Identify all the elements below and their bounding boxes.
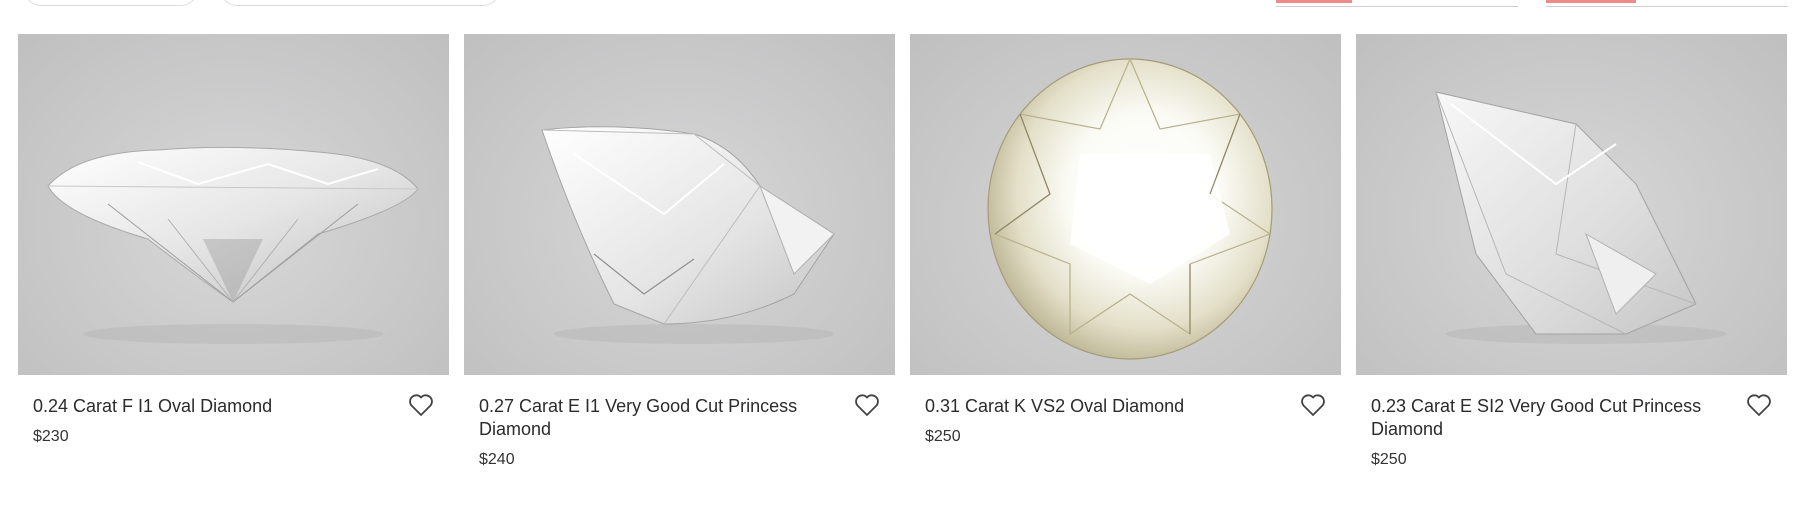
oval-diamond-image	[987, 57, 1273, 360]
princess-diamond-image	[541, 126, 835, 344]
product-price: $230	[33, 428, 69, 445]
product-title[interactable]: 0.27 Carat E I1 Very Good Cut Princess D…	[479, 395, 825, 441]
product-price: $250	[925, 428, 961, 445]
price-slider-fill	[1546, 0, 1636, 3]
carat-range-slider[interactable]	[1276, 0, 1518, 7]
product-card[interactable]: 0.24 Carat F I1 Oval Diamond $230	[18, 34, 449, 470]
product-photo[interactable]	[1356, 34, 1787, 375]
product-info: 0.31 Carat K VS2 Oval Diamond $250	[910, 375, 1341, 447]
price-range-slider[interactable]	[1546, 0, 1788, 7]
product-info: 0.24 Carat F I1 Oval Diamond $230	[18, 375, 449, 447]
product-photo[interactable]	[464, 34, 895, 375]
product-grid: 0.24 Carat F I1 Oval Diamond $230 0.27 C…	[18, 34, 1788, 470]
product-listing-page: 0.24 Carat F I1 Oval Diamond $230 0.27 C…	[0, 0, 1802, 515]
carat-slider-fill	[1276, 0, 1352, 3]
heart-icon[interactable]	[407, 391, 435, 419]
product-card[interactable]: 0.23 Carat E SI2 Very Good Cut Princess …	[1356, 34, 1787, 470]
product-title[interactable]: 0.24 Carat F I1 Oval Diamond	[33, 395, 379, 418]
product-card[interactable]: 0.31 Carat K VS2 Oval Diamond $250	[910, 34, 1341, 470]
product-title[interactable]: 0.31 Carat K VS2 Oval Diamond	[925, 395, 1271, 418]
heart-icon[interactable]	[853, 391, 881, 419]
product-title[interactable]: 0.23 Carat E SI2 Very Good Cut Princess …	[1371, 395, 1717, 441]
filter-dropdown-2[interactable]	[220, 0, 500, 6]
oval-diamond-image	[47, 146, 419, 344]
product-info: 0.23 Carat E SI2 Very Good Cut Princess …	[1356, 375, 1787, 470]
heart-icon[interactable]	[1745, 391, 1773, 419]
product-price: $250	[1371, 451, 1407, 468]
product-photo[interactable]	[18, 34, 449, 375]
heart-icon[interactable]	[1299, 391, 1327, 419]
product-photo[interactable]	[910, 34, 1341, 375]
product-info: 0.27 Carat E I1 Very Good Cut Princess D…	[464, 375, 895, 470]
product-price: $240	[479, 451, 515, 468]
filter-dropdown-1[interactable]	[24, 0, 198, 6]
product-card[interactable]: 0.27 Carat E I1 Very Good Cut Princess D…	[464, 34, 895, 470]
princess-diamond-image	[1435, 91, 1726, 344]
